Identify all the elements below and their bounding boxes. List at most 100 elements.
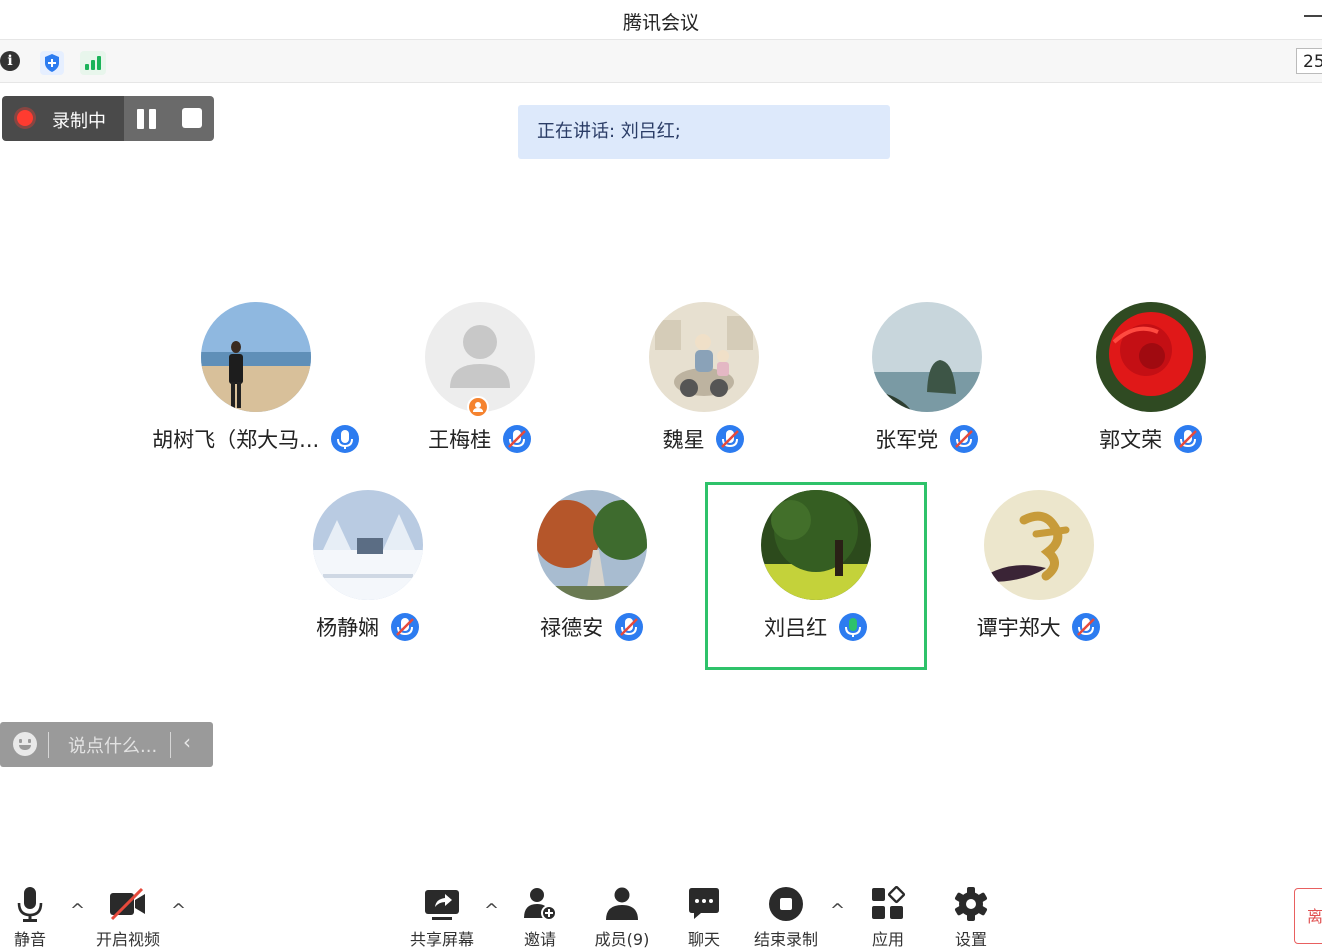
- info-icon[interactable]: i: [0, 51, 20, 71]
- gear-icon: [955, 887, 987, 921]
- mic-icon: [330, 424, 360, 454]
- bottom-toolbar: 静音 ^ 开启视频 ^ 共享屏幕 ^ 邀请 成员(9) 聊天 结束录制 ^ 应用…: [0, 870, 1322, 950]
- chat-label: 聊天: [687, 930, 720, 949]
- mic-muted-icon: [614, 612, 644, 642]
- title-bar: 腾讯会议: [0, 0, 1322, 38]
- share-screen-button[interactable]: 共享屏幕: [406, 886, 478, 950]
- host-badge-icon: [467, 396, 489, 418]
- mic-muted-icon: [502, 424, 532, 454]
- chat-input[interactable]: 说点什么...: [68, 732, 157, 758]
- settings-label: 设置: [954, 930, 987, 949]
- participant-name-row: 郭文荣: [1040, 424, 1262, 454]
- recording-status: 录制中: [2, 96, 124, 141]
- avatar: [313, 490, 423, 600]
- divider: [170, 732, 171, 758]
- video-options-chevron-icon[interactable]: ^: [171, 900, 186, 921]
- participant-name-row: 张军党: [816, 424, 1038, 454]
- leave-meeting-button[interactable]: 离开: [1294, 888, 1322, 944]
- avatar: [872, 302, 982, 412]
- collapse-chevron-icon[interactable]: ‹: [183, 730, 191, 754]
- mute-button[interactable]: 静音: [10, 886, 50, 950]
- settings-button[interactable]: 设置: [950, 886, 992, 950]
- participant-name-row: 谭宇郑大: [928, 612, 1150, 642]
- invite-user-icon: [524, 888, 557, 921]
- mic-muted-icon: [1173, 424, 1203, 454]
- record-options-chevron-icon[interactable]: ^: [830, 900, 845, 921]
- participant-name: 胡树飞（郑大马...: [152, 428, 320, 452]
- speaking-indicator: 正在讲话: 刘吕红;: [518, 105, 890, 159]
- recording-label: 录制中: [52, 111, 106, 132]
- start-video-button[interactable]: 开启视频: [94, 886, 162, 950]
- chat-button[interactable]: 聊天: [684, 886, 724, 950]
- mic-muted-icon: [949, 424, 979, 454]
- participant-name-row: 刘吕红: [705, 612, 927, 642]
- meeting-status-bar: i 25: [0, 39, 1322, 83]
- participant-name: 王梅桂: [428, 428, 492, 452]
- mic-muted-icon: [715, 424, 745, 454]
- participant-tile[interactable]: 胡树飞（郑大马...: [145, 294, 367, 482]
- participant-tile[interactable]: 王梅桂: [369, 294, 591, 482]
- participant-tile[interactable]: 郭文荣: [1040, 294, 1262, 482]
- apps-button[interactable]: 应用: [868, 886, 908, 950]
- stop-record-icon: [769, 887, 803, 921]
- share-options-chevron-icon[interactable]: ^: [484, 900, 499, 921]
- participant-name: 杨静娴: [316, 616, 380, 640]
- microphone-icon: [17, 887, 43, 922]
- end-recording-label: 结束录制: [753, 930, 818, 949]
- mic-muted-icon: [390, 612, 420, 642]
- avatar: [761, 490, 871, 600]
- members-button[interactable]: 成员(9): [592, 886, 652, 950]
- avatar: [649, 302, 759, 412]
- participant-name-row: 胡树飞（郑大马...: [145, 424, 367, 454]
- window-title: 腾讯会议: [622, 12, 699, 34]
- participant-name-row: 魏星: [593, 424, 815, 454]
- start-video-label: 开启视频: [95, 930, 160, 949]
- video-off-icon: [110, 887, 145, 921]
- end-recording-button[interactable]: 结束录制: [750, 886, 822, 950]
- participant-name: 禄德安: [540, 616, 604, 640]
- apps-icon: [872, 886, 906, 919]
- participant-tile-active-speaker[interactable]: 刘吕红: [705, 482, 927, 670]
- participant-name-row: 杨静娴: [257, 612, 479, 642]
- participant-tile[interactable]: 谭宇郑大: [928, 482, 1150, 670]
- members-label: 成员(9): [594, 930, 650, 949]
- avatar: [1096, 302, 1206, 412]
- avatar: [201, 302, 311, 412]
- shield-icon[interactable]: [40, 51, 64, 79]
- network-signal-icon[interactable]: [80, 51, 106, 75]
- participant-tile[interactable]: 张军党: [816, 294, 1038, 482]
- participant-name: 刘吕红: [764, 616, 828, 640]
- invite-button[interactable]: 邀请: [518, 886, 562, 950]
- recording-controls: [124, 96, 214, 141]
- record-dot-icon: [17, 110, 33, 126]
- avatar: [984, 490, 1094, 600]
- mic-speaking-icon: [838, 612, 868, 642]
- participant-name: 谭宇郑大: [976, 616, 1061, 640]
- participant-name: 郭文荣: [1099, 428, 1163, 452]
- participant-name: 张军党: [875, 428, 939, 452]
- participant-tile[interactable]: 魏星: [593, 294, 815, 482]
- invite-label: 邀请: [523, 930, 556, 949]
- participant-name-row: 禄德安: [481, 612, 703, 642]
- mute-options-chevron-icon[interactable]: ^: [70, 900, 85, 921]
- meeting-timer: 25: [1296, 48, 1322, 74]
- apps-label: 应用: [871, 930, 904, 949]
- pause-recording-button[interactable]: [136, 109, 158, 129]
- participant-name-row: 王梅桂: [369, 424, 591, 454]
- recording-bar: 录制中: [2, 96, 214, 141]
- avatar: [537, 490, 647, 600]
- mute-label: 静音: [13, 930, 46, 949]
- participant-tile[interactable]: 杨静娴: [257, 482, 479, 670]
- chat-quick-bar: 说点什么... ‹: [0, 722, 213, 767]
- divider: [48, 732, 49, 758]
- participant-tile[interactable]: 禄德安: [481, 482, 703, 670]
- minimize-button[interactable]: [1304, 15, 1322, 17]
- emoji-icon[interactable]: [13, 732, 37, 756]
- share-screen-icon: [425, 890, 459, 920]
- chat-icon: [689, 888, 719, 919]
- participant-name: 魏星: [662, 428, 705, 452]
- share-screen-label: 共享屏幕: [409, 930, 474, 949]
- members-icon: [606, 887, 638, 920]
- stop-recording-button[interactable]: [182, 108, 202, 128]
- mic-muted-icon: [1071, 612, 1101, 642]
